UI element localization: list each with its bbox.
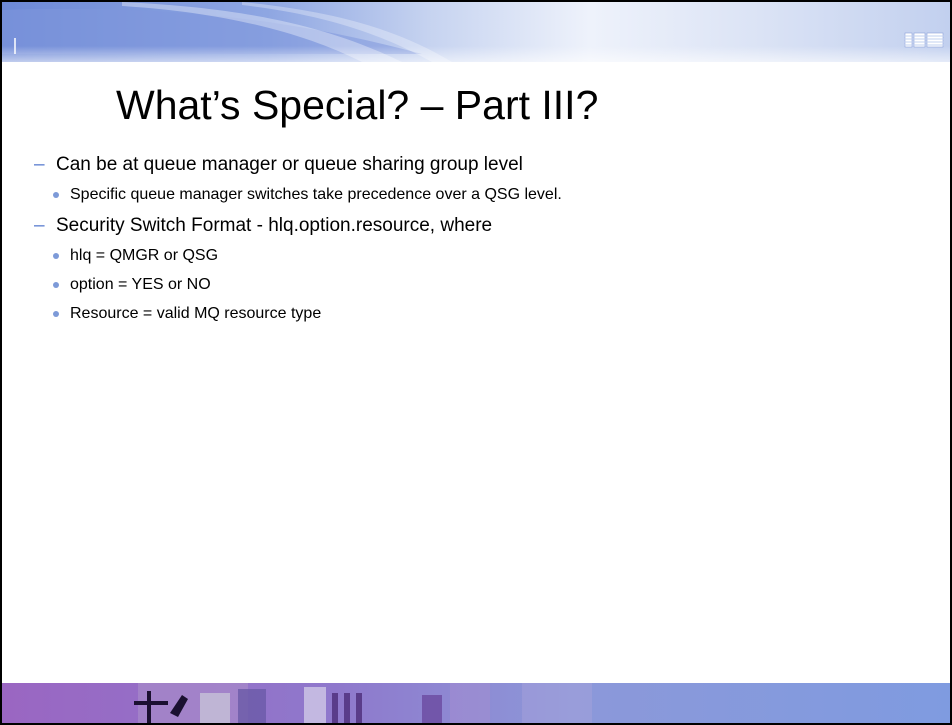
- bullet-level1: – Security Switch Format - hlq.option.re…: [34, 215, 930, 237]
- dash-marker: –: [34, 215, 45, 236]
- bullet-text: option = YES or NO: [70, 276, 211, 293]
- bottom-banner: [2, 683, 950, 723]
- bullet-level2: hlq = QMGR or QSG: [34, 247, 930, 265]
- bullet-level2: option = YES or NO: [34, 276, 930, 294]
- bullet-level1: – Can be at queue manager or queue shari…: [34, 154, 930, 176]
- bullet-dot-icon: [53, 311, 59, 317]
- slide: What’s Special? – Part III? – Can be at …: [0, 0, 952, 725]
- slide-title: What’s Special? – Part III?: [116, 82, 599, 128]
- top-banner: [2, 2, 950, 74]
- bullet-text: Resource = valid MQ resource type: [70, 305, 322, 322]
- bullet-text: hlq = QMGR or QSG: [70, 247, 219, 264]
- bullet-dot-icon: [53, 253, 59, 259]
- bullet-text: Specific queue manager switches take pre…: [70, 186, 562, 203]
- bullet-level2: Resource = valid MQ resource type: [34, 305, 930, 323]
- ibm-logo-icon: [904, 30, 944, 50]
- bullet-list: – Can be at queue manager or queue shari…: [34, 154, 930, 334]
- bullet-text: Security Switch Format - hlq.option.reso…: [56, 215, 493, 236]
- bullet-dot-icon: [53, 282, 59, 288]
- dash-marker: –: [34, 154, 45, 175]
- bullet-text: Can be at queue manager or queue sharing…: [56, 154, 523, 175]
- bullet-level2: Specific queue manager switches take pre…: [34, 186, 930, 204]
- bullet-dot-icon: [53, 192, 59, 198]
